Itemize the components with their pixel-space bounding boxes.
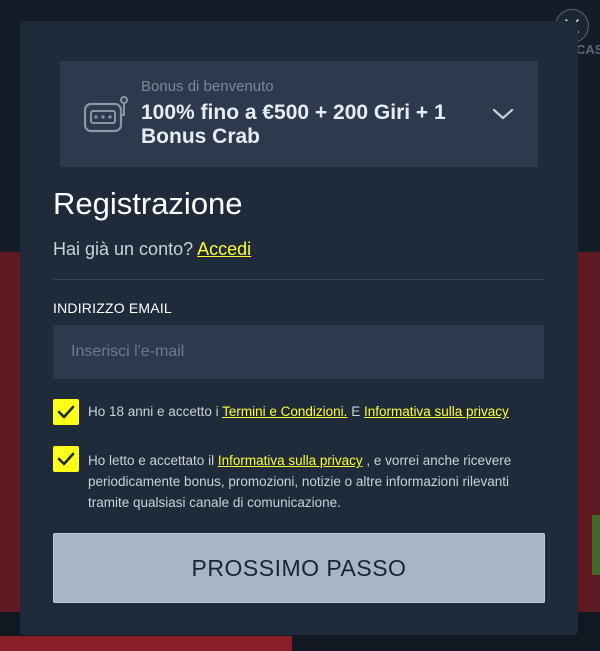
checkmark-icon (57, 405, 75, 419)
terms-checkbox[interactable] (53, 399, 79, 425)
next-step-button[interactable]: PROSSIMO PASSO (53, 533, 545, 603)
privacy-policy-link[interactable]: Informativa sulla privacy (364, 404, 509, 419)
registration-modal: Bonus di benvenuto 100% fino a €500 + 20… (20, 21, 578, 635)
login-link[interactable]: Accedi (197, 239, 251, 259)
background-footer-accent (0, 636, 292, 651)
terms-conditions-link[interactable]: Termini e Condizioni. (222, 404, 347, 419)
marketing-checkbox[interactable] (53, 446, 79, 472)
checkmark-icon (57, 452, 75, 466)
marketing-consent-text: Ho letto e accettato il Informativa sull… (88, 450, 538, 513)
divider (53, 279, 544, 280)
email-field[interactable] (53, 325, 544, 379)
marketing-prefix: Ho letto e accettato il (88, 453, 215, 468)
bonus-subtitle: Bonus di benvenuto (141, 78, 274, 95)
terms-prefix: Ho 18 anni e accetto i (88, 404, 219, 419)
welcome-bonus-selector[interactable]: Bonus di benvenuto 100% fino a €500 + 20… (60, 61, 538, 167)
terms-consent-text: Ho 18 anni e accetto i Termini e Condizi… (88, 404, 509, 419)
login-prompt-text: Hai già un conto? (53, 239, 194, 259)
terms-conjunction: E (351, 404, 361, 419)
background-side-element (592, 515, 600, 575)
page-title: Registrazione (53, 186, 243, 221)
email-label: INDIRIZZO EMAIL (53, 300, 172, 316)
chevron-down-icon[interactable] (492, 105, 514, 123)
background-nav-label: CAS (576, 42, 600, 57)
bonus-title: 100% fino a €500 + 200 Giri + 1 Bonus Cr… (141, 101, 446, 148)
login-prompt: Hai già un conto? Accedi (53, 239, 251, 260)
slot-machine-icon (83, 96, 128, 133)
marketing-privacy-link[interactable]: Informativa sulla privacy (218, 453, 363, 468)
